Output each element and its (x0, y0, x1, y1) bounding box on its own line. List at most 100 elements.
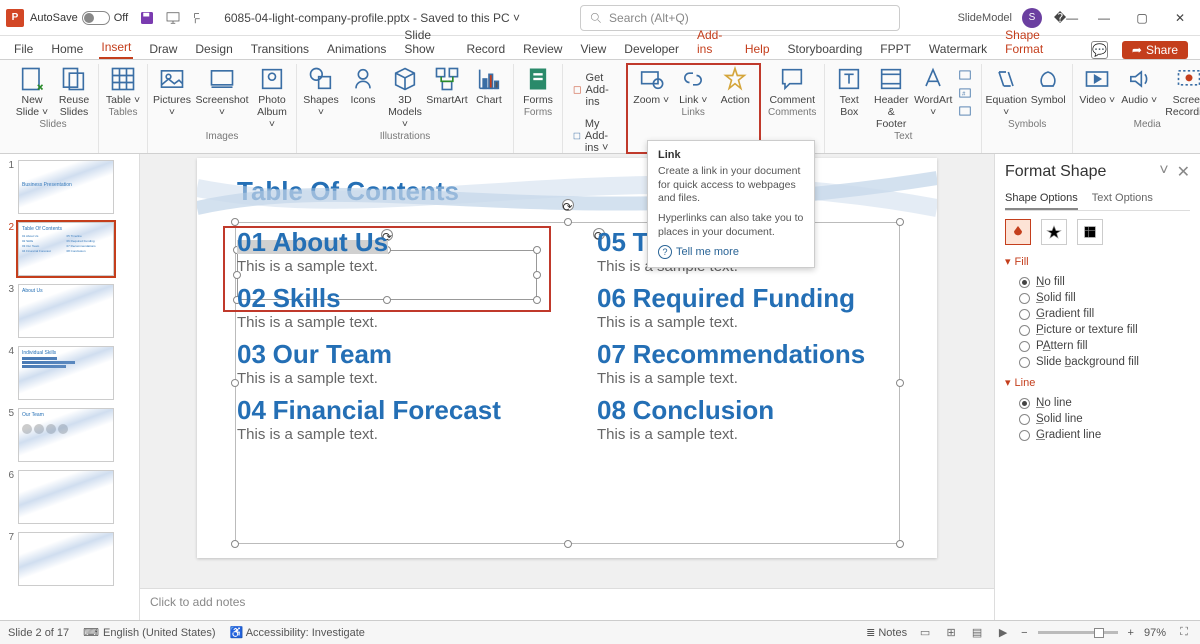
toc-item-recommendations[interactable]: 07 RecommendationsThis is a sample text. (597, 339, 897, 387)
accessibility-indicator[interactable]: ♿ Accessibility: Investigate (230, 626, 365, 639)
comments-icon[interactable]: 💬 (1091, 41, 1108, 59)
tab-transitions[interactable]: Transitions (249, 39, 311, 59)
tab-draw[interactable]: Draw (147, 39, 179, 59)
thumbnail-3[interactable]: About Us (18, 284, 114, 338)
shapes-button[interactable]: Shapes ˅ (303, 64, 339, 118)
tab-shapeformat[interactable]: Shape Format (1003, 25, 1063, 59)
tab-view[interactable]: View (578, 39, 608, 59)
slideshow-view-icon[interactable]: ▶ (995, 625, 1011, 641)
audio-button[interactable]: Audio ˅ (1121, 64, 1157, 106)
pane-tab-text-options[interactable]: Text Options (1092, 188, 1153, 210)
tooltip-tell-me-more[interactable]: ?Tell me more (658, 245, 804, 259)
slide-number-icon[interactable]: # (957, 86, 973, 100)
screen-recording-button[interactable]: Screen Recording (1163, 64, 1200, 118)
fill-gradient[interactable]: Gradient fill (1005, 306, 1190, 322)
fill-slide-bg[interactable]: Slide background fill (1005, 354, 1190, 370)
tab-storyboarding[interactable]: Storyboarding (786, 39, 865, 59)
zoom-slider[interactable] (1038, 631, 1118, 634)
slide-canvas[interactable]: Table Of Contents ⟳ ⟳ (197, 158, 937, 558)
header-footer-button[interactable]: Header & Footer (873, 64, 909, 130)
present-icon[interactable] (164, 9, 182, 27)
icons-button[interactable]: Icons (345, 64, 381, 106)
reading-view-icon[interactable]: ▤ (969, 625, 985, 641)
notes-pane[interactable]: Click to add notes (140, 588, 994, 620)
canvas-area[interactable]: Table Of Contents ⟳ ⟳ (140, 154, 994, 588)
table-button[interactable]: Table ˅ (105, 64, 141, 106)
fill-no-fill[interactable]: No fill (1005, 274, 1190, 290)
tab-slideshow[interactable]: Slide Show (402, 25, 450, 59)
maximize-icon[interactable]: ▢ (1128, 4, 1156, 32)
share-button[interactable]: ➦Share (1122, 41, 1188, 59)
tab-addins[interactable]: Add-ins (695, 25, 729, 59)
tab-file[interactable]: File (12, 39, 35, 59)
link-button[interactable]: Link ˅ (675, 64, 711, 106)
fill-line-icon[interactable] (1005, 219, 1031, 245)
photo-album-button[interactable]: Photo Album ˅ (254, 64, 290, 130)
toc-item-our-team[interactable]: 03 Our TeamThis is a sample text. (237, 339, 537, 387)
tab-watermark[interactable]: Watermark (927, 39, 989, 59)
thumbnail-5[interactable]: Our Team (18, 408, 114, 462)
line-solid[interactable]: Solid line (1005, 411, 1190, 427)
account-name[interactable]: SlideModel (958, 12, 1012, 24)
toc-item-funding[interactable]: 06 Required FundingThis is a sample text… (597, 283, 897, 331)
line-no-line[interactable]: No line (1005, 395, 1190, 411)
comment-button[interactable]: Comment (766, 64, 818, 106)
textbox-button[interactable]: Text Box (831, 64, 867, 118)
zoom-level[interactable]: 97% (1144, 627, 1166, 639)
toggle-switch[interactable] (82, 11, 110, 25)
undo-icon[interactable] (190, 9, 208, 27)
tab-record[interactable]: Record (464, 39, 507, 59)
thumbnail-2[interactable]: Table Of Contents01 About Us05 Timeline0… (18, 222, 114, 276)
date-time-icon[interactable] (957, 68, 973, 82)
3d-models-button[interactable]: 3D Models ˅ (387, 64, 423, 130)
tab-home[interactable]: Home (49, 39, 85, 59)
sorter-view-icon[interactable]: ⊞ (943, 625, 959, 641)
fill-section-header[interactable]: ▾Fill (1005, 255, 1190, 268)
rotate-handle-icon[interactable]: ⟳ (562, 199, 574, 211)
tab-fppt[interactable]: FPPT (878, 39, 913, 59)
wordart-button[interactable]: WordArt ˅ (915, 64, 951, 118)
line-section-header[interactable]: ▾Line (1005, 376, 1190, 389)
autosave-toggle[interactable]: AutoSave Off (30, 11, 128, 25)
tab-review[interactable]: Review (521, 39, 564, 59)
document-title[interactable]: 6085-04-light-company-profile.pptx - Sav… (224, 11, 520, 25)
tab-help[interactable]: Help (743, 39, 772, 59)
tab-design[interactable]: Design (193, 39, 234, 59)
thumbnail-4[interactable]: Individual Skills (18, 346, 114, 400)
notes-toggle[interactable]: ≣ Notes (866, 626, 907, 639)
fit-to-window-icon[interactable]: ⛶ (1176, 625, 1192, 641)
fill-pattern[interactable]: PAttern fill (1005, 338, 1190, 354)
zoom-out-icon[interactable]: − (1021, 627, 1027, 639)
pane-close-icon[interactable]: ✕ (1177, 162, 1190, 182)
toc-item-about-us[interactable]: 01 About Us This is a sample text. (237, 227, 537, 275)
pane-dropdown-icon[interactable]: ˅ (1159, 162, 1168, 182)
toc-item-skills[interactable]: 02 SkillsThis is a sample text. (237, 283, 537, 331)
toc-item-forecast[interactable]: 04 Financial ForecastThis is a sample te… (237, 395, 537, 443)
tab-animations[interactable]: Animations (325, 39, 388, 59)
video-button[interactable]: Video ˅ (1079, 64, 1115, 106)
fill-picture[interactable]: Picture or texture fill (1005, 322, 1190, 338)
tab-insert[interactable]: Insert (99, 37, 133, 59)
thumbnail-6[interactable] (18, 470, 114, 524)
object-icon[interactable] (957, 104, 973, 118)
new-slide-button[interactable]: New Slide ˅ (14, 64, 50, 118)
get-addins-button[interactable]: Get Add-ins (569, 70, 620, 110)
toc-item-conclusion[interactable]: 08 ConclusionThis is a sample text. (597, 395, 897, 443)
forms-button[interactable]: Forms (520, 64, 556, 106)
close-icon[interactable]: ✕ (1166, 4, 1194, 32)
my-addins-button[interactable]: My Add-ins ˅ (569, 116, 620, 156)
fill-solid[interactable]: Solid fill (1005, 290, 1190, 306)
search-input[interactable]: Search (Alt+Q) (580, 5, 900, 31)
save-icon[interactable] (138, 9, 156, 27)
thumbnail-7[interactable] (18, 532, 114, 586)
action-button[interactable]: Action (717, 64, 753, 106)
smartart-button[interactable]: SmartArt (429, 64, 465, 106)
reuse-slides-button[interactable]: Reuse Slides (56, 64, 92, 118)
slide-thumbnails[interactable]: 1Business Presentation 2Table Of Content… (0, 154, 140, 620)
screenshot-button[interactable]: Screenshot ˅ (196, 64, 248, 118)
zoom-in-icon[interactable]: + (1128, 627, 1134, 639)
zoom-button[interactable]: Zoom ˅ (633, 64, 669, 106)
thumbnail-1[interactable]: Business Presentation (18, 160, 114, 214)
chart-button[interactable]: Chart (471, 64, 507, 106)
size-properties-icon[interactable] (1077, 219, 1103, 245)
